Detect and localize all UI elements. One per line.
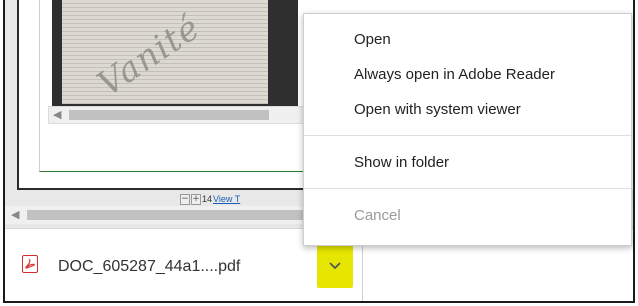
scroll-left-arrow-icon[interactable]: ◀ (11, 208, 19, 221)
menu-item-always-open-adobe[interactable]: Always open in Adobe Reader (304, 60, 631, 90)
scanned-text: Vanité (90, 7, 208, 105)
menu-separator (304, 135, 631, 136)
download-options-button[interactable] (317, 244, 353, 288)
menu-item-open-system-viewer[interactable]: Open with system viewer (304, 95, 631, 125)
menu-item-cancel: Cancel (354, 207, 401, 224)
page-number: 14 (202, 194, 213, 204)
scroll-left-arrow-icon[interactable]: ◀ (53, 108, 61, 121)
scrollbar-thumb[interactable] (69, 110, 269, 120)
menu-item-show-in-folder[interactable]: Show in folder (304, 148, 631, 178)
browser-window: Vanité ◀ − + 14 View T ◀ DOC_605287_44a1… (3, 0, 635, 303)
document-scan-image: Vanité (52, 0, 298, 106)
chevron-down-icon (329, 262, 341, 270)
download-context-menu: Open Always open in Adobe Reader Open wi… (303, 13, 632, 246)
page-controls: − + 14 View T (180, 193, 240, 205)
preview-horizontal-scrollbar[interactable]: ◀ (48, 106, 334, 124)
menu-separator (304, 188, 631, 189)
pdf-file-icon (22, 255, 38, 273)
scrollbar-thumb[interactable] (27, 210, 317, 220)
zoom-in-button[interactable]: + (191, 193, 201, 205)
view-link[interactable]: View T (213, 194, 240, 204)
zoom-out-button[interactable]: − (180, 193, 190, 205)
download-file-name[interactable]: DOC_605287_44a1....pdf (58, 258, 240, 276)
document-preview-pane: Vanité ◀ (39, 0, 339, 172)
scanned-page: Vanité (62, 0, 268, 105)
menu-item-open[interactable]: Open (304, 25, 631, 55)
